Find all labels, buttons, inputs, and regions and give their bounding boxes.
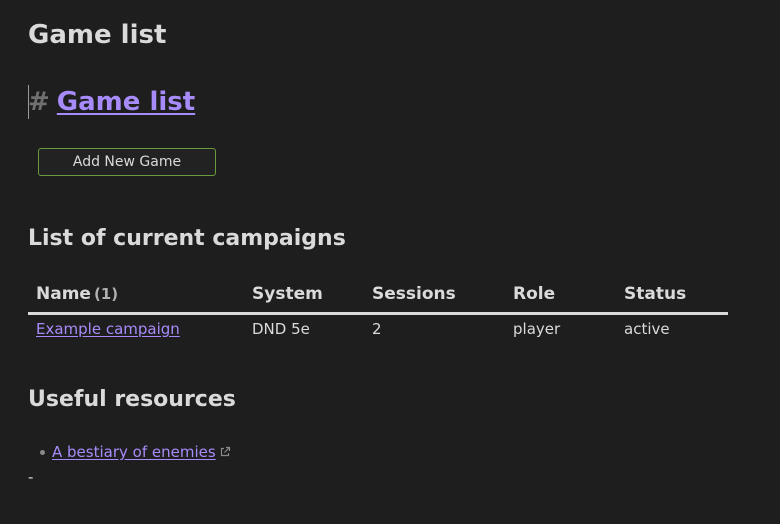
campaign-sessions: 2 <box>372 320 382 338</box>
campaigns-heading: List of current campaigns <box>28 226 346 251</box>
column-header-sessions[interactable]: Sessions <box>372 284 456 304</box>
column-header-name[interactable]: Name (1) <box>36 284 118 304</box>
heading-link[interactable]: Game list <box>57 87 195 117</box>
resources-heading: Useful resources <box>28 387 236 412</box>
campaign-role: player <box>513 320 561 338</box>
note-inline-title[interactable]: Game list <box>28 18 166 52</box>
column-header-status[interactable]: Status <box>624 284 686 304</box>
trailing-text: - <box>28 468 34 486</box>
heading-hash-marker: # <box>28 87 50 117</box>
heading-line: # Game list <box>28 84 195 120</box>
table-header-row: Name (1) System Sessions Role Status <box>28 278 728 315</box>
add-new-game-button[interactable]: Add New Game <box>38 148 216 176</box>
result-count: (1) <box>93 285 119 303</box>
column-header-system[interactable]: System <box>252 284 323 304</box>
external-link-icon <box>220 446 230 457</box>
campaign-system: DND 5e <box>252 320 310 338</box>
campaign-name-link[interactable]: Example campaign <box>36 320 180 338</box>
note-view: Game list # Game list Add New Game List … <box>0 0 780 524</box>
column-header-role[interactable]: Role <box>513 284 555 304</box>
campaigns-table: Name (1) System Sessions Role Status Exam… <box>28 278 728 345</box>
bullet-icon <box>40 449 45 455</box>
table-row: Example campaign DND 5e 2 player active <box>28 315 728 345</box>
column-header-name-label: Name <box>36 284 91 304</box>
campaign-status: active <box>624 320 670 338</box>
list-item: A bestiary of enemies <box>40 443 231 461</box>
bestiary-link[interactable]: A bestiary of enemies <box>52 443 216 461</box>
